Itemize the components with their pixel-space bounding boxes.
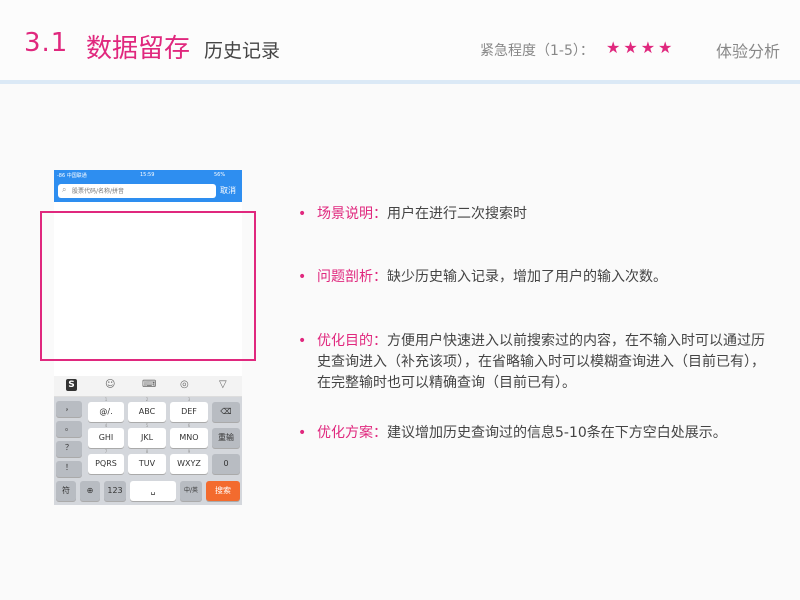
- key-label: ABC: [138, 407, 156, 416]
- key-hint: 8: [145, 449, 149, 454]
- urgency-stars: ★★★★: [606, 38, 676, 57]
- key-3[interactable]: 3 DEF: [170, 397, 208, 422]
- key-period[interactable]: 。: [56, 421, 82, 437]
- bullet-dot: •: [298, 425, 307, 441]
- globe-icon: ⊕: [86, 486, 94, 495]
- bullet-label: 问题剖析：: [317, 269, 387, 285]
- globe-key[interactable]: ⊕: [80, 481, 100, 501]
- key-6[interactable]: 6 MNO: [170, 423, 208, 448]
- key-4[interactable]: 4 GHI: [88, 423, 124, 448]
- status-bar: -86 中国联通 15:59 56%: [54, 170, 242, 180]
- bullet-solution: • 优化方案：建议增加历史查询过的信息5-10条在下方空白处展示。: [298, 423, 768, 444]
- search-input[interactable]: [72, 185, 212, 197]
- keyboard: ， 。 ？ ！ 1 @/. 2 ABC 3 DEF ⌫ 4 GHI 5 JKL 6 MNO …: [54, 397, 242, 505]
- status-time: 15:59: [140, 172, 155, 178]
- numbers-key[interactable]: 123: [104, 481, 126, 501]
- sogou-logo-icon[interactable]: S: [66, 379, 77, 391]
- bullet-text: 缺少历史输入记录，增加了用户的输入次数。: [387, 269, 667, 285]
- bullet-label: 优化目的：: [317, 333, 387, 349]
- symbol-key[interactable]: 符: [56, 481, 76, 501]
- key-exclaim[interactable]: ！: [56, 461, 82, 477]
- key-2[interactable]: 2 ABC: [128, 397, 166, 422]
- bullet-text: 用户在进行二次搜索时: [387, 206, 527, 222]
- section-subtitle: 历史记录: [204, 40, 281, 62]
- section-number: 3.1: [24, 28, 69, 58]
- key-label: WXYZ: [177, 459, 201, 468]
- key-label: @/.: [99, 407, 113, 416]
- category-tag: 体验分析: [716, 42, 781, 61]
- bullet-goal: • 优化目的：方便用户快速进入以前搜索过的内容，在不输入时可以通过历史查询进入（…: [298, 331, 768, 394]
- key-7[interactable]: 7 PQRS: [88, 449, 124, 474]
- target-icon[interactable]: ◎: [180, 379, 189, 390]
- bullet-label: 优化方案：: [317, 425, 387, 441]
- key-comma[interactable]: ，: [56, 401, 82, 417]
- key-1[interactable]: 1 @/.: [88, 397, 124, 422]
- key-hint: 4: [104, 423, 108, 428]
- key-hint: 3: [187, 397, 191, 402]
- key-hint: 9: [187, 449, 191, 454]
- bullet-problem: • 问题剖析：缺少历史输入记录，增加了用户的输入次数。: [298, 267, 768, 288]
- backspace-key[interactable]: ⌫: [212, 402, 240, 422]
- backspace-icon: ⌫: [220, 407, 232, 416]
- space-key[interactable]: ␣: [130, 481, 176, 501]
- carrier-label: -86 中国联通: [57, 173, 87, 179]
- battery-level: 56%: [214, 172, 226, 178]
- search-key[interactable]: 搜索: [206, 481, 240, 501]
- key-question[interactable]: ？: [56, 441, 82, 457]
- key-hint: 2: [145, 397, 149, 402]
- key-label: PQRS: [95, 459, 117, 468]
- bullet-dot: •: [298, 333, 307, 349]
- keyboard-toolbar: S ☺ ⌨ ◎ ▽: [54, 376, 242, 397]
- key-label: DEF: [181, 407, 197, 416]
- space-icon: ␣: [150, 486, 156, 495]
- key-hint: 7: [104, 449, 108, 454]
- search-icon: ⌕: [62, 185, 67, 194]
- key-label: GHI: [98, 433, 114, 442]
- key-label: TUV: [138, 459, 156, 468]
- key-hint: 5: [145, 423, 149, 428]
- bullet-text: 建议增加历史查询过的信息5-10条在下方空白处展示。: [387, 425, 727, 441]
- key-hint: 1: [104, 397, 108, 402]
- cancel-button[interactable]: 取消: [220, 185, 236, 196]
- bullet-scenario: • 场景说明：用户在进行二次搜索时: [298, 204, 768, 225]
- search-bar: ⌕ 取消: [54, 180, 242, 202]
- key-label: JKL: [140, 433, 154, 442]
- key-9[interactable]: 9 WXYZ: [170, 449, 208, 474]
- key-5[interactable]: 5 JKL: [128, 423, 166, 448]
- lang-switch-key[interactable]: 中/英: [180, 481, 202, 501]
- key-hint: 6: [187, 423, 191, 428]
- highlight-frame: [40, 211, 256, 361]
- bullet-dot: •: [298, 206, 307, 222]
- key-label: MNO: [179, 433, 199, 442]
- key-8[interactable]: 8 TUV: [128, 449, 166, 474]
- urgency-label: 紧急程度（1-5）：: [480, 43, 594, 59]
- emoji-icon[interactable]: ☺: [105, 379, 115, 390]
- section-title: 数据留存: [86, 34, 191, 64]
- bullet-label: 场景说明：: [317, 206, 387, 222]
- bullet-dot: •: [298, 269, 307, 285]
- reenter-key[interactable]: 重输: [212, 428, 240, 448]
- header-divider: [0, 80, 800, 84]
- search-box: ⌕: [58, 184, 216, 198]
- key-0[interactable]: 0: [212, 454, 240, 474]
- keyboard-icon[interactable]: ⌨: [142, 379, 156, 390]
- collapse-icon[interactable]: ▽: [219, 379, 227, 390]
